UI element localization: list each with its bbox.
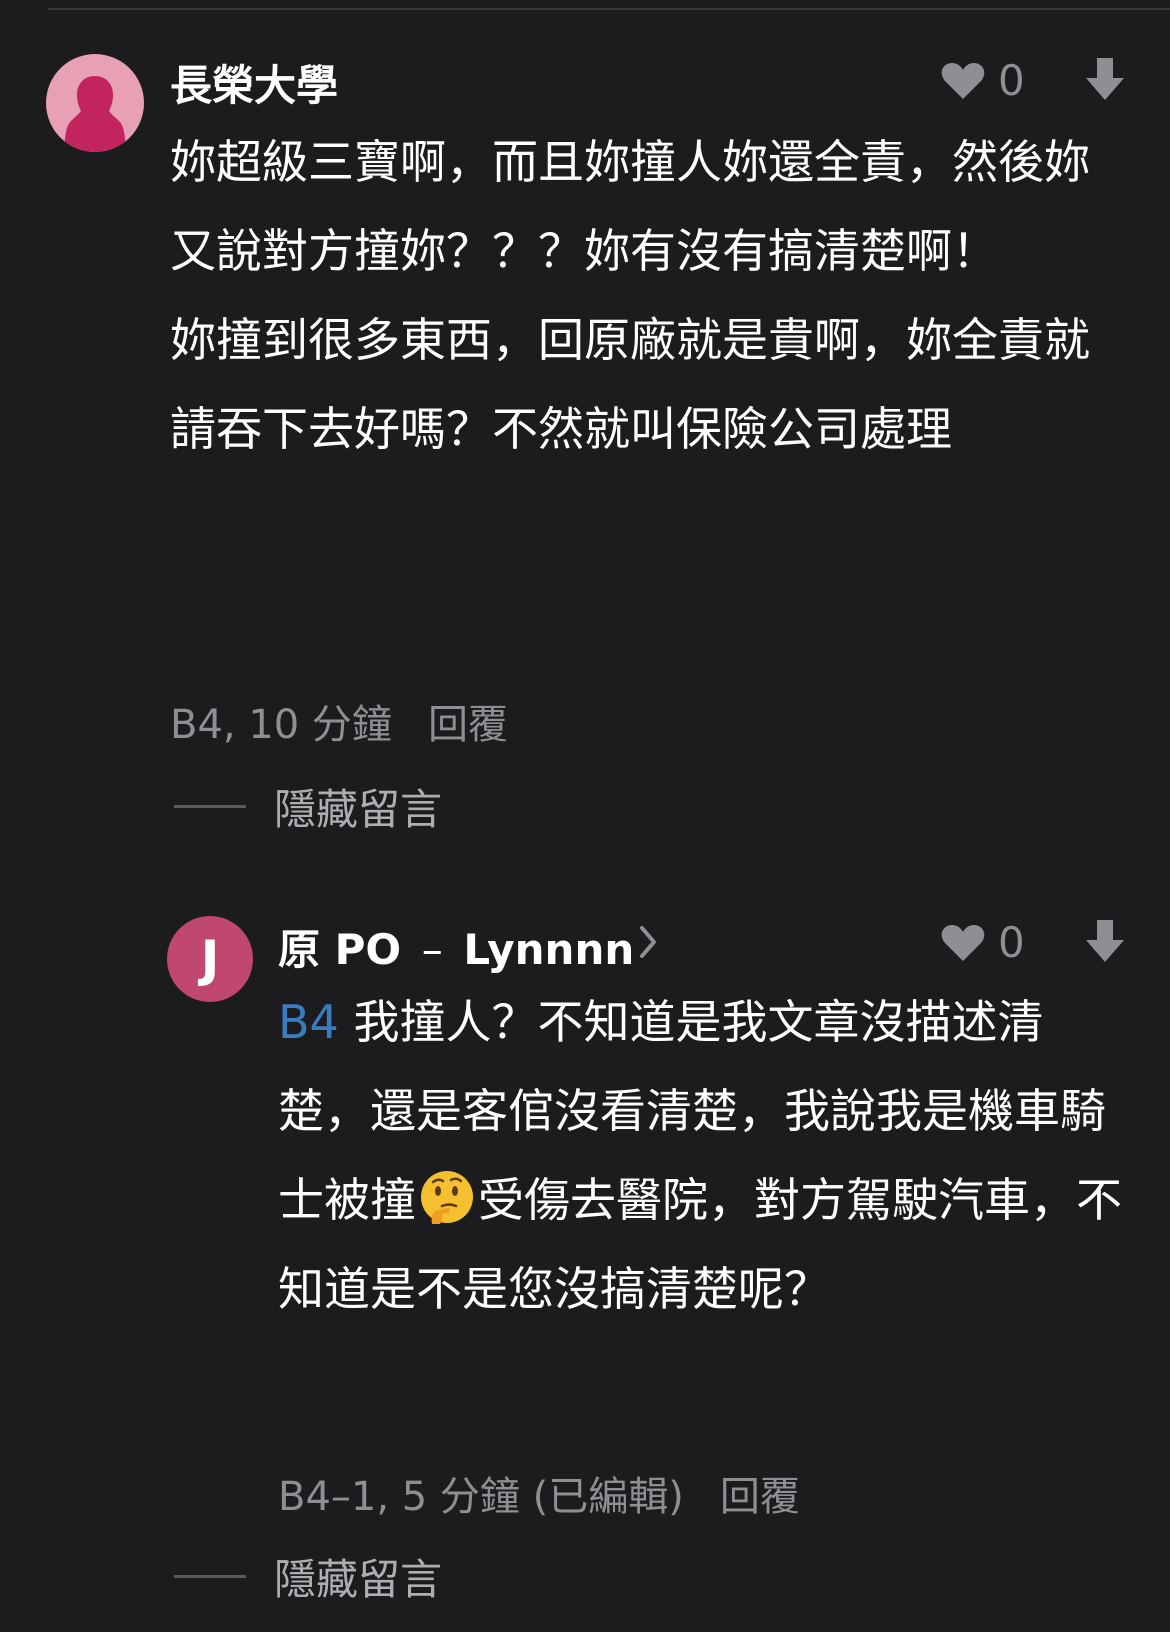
comment-body: 妳超級三寶啊，而且妳撞人妳還全責，然後妳又說對方撞妳？？？妳有沒有搞清楚啊！ 妳… [170,118,1100,474]
thinking-face-emoji [421,1171,473,1224]
comment-author[interactable]: 原 PO – Lynnnn [278,916,634,977]
user-avatar[interactable]: J [167,916,253,1002]
reply-reference-link[interactable]: B4 [278,995,339,1049]
reply-button[interactable]: 回覆 [428,702,508,748]
like-count: 0 [998,56,1025,105]
reply-button[interactable]: 回覆 [720,1474,800,1520]
heart-icon [941,63,985,99]
author-prefix: 原 PO [278,925,402,974]
like-button[interactable]: 0 [940,58,1025,104]
floor-and-time: B4, 10 分鐘 [170,702,392,748]
comment-author[interactable]: 長榮大學 [170,52,338,113]
hide-comments-label: 隱藏留言 [274,785,443,834]
comment-paragraph: 妳超級三寶啊，而且妳撞人妳還全責，然後妳又說對方撞妳？？？妳有沒有搞清楚啊！ [170,135,1090,278]
author-separator: – [421,925,443,974]
like-button[interactable]: 0 [940,920,1025,966]
floor-and-time: B4–1, 5 分鐘 (已編輯) [278,1474,684,1520]
divider-dash [174,1575,246,1578]
comment-body: B4 我撞人？不知道是我文章沒描述清楚，還是客倌沒看清楚，我說我是機車騎士被撞 … [278,978,1128,1334]
comment-paragraph: 妳撞到很多東西，回原廠就是貴啊，妳全責就請吞下去好嗎？不然就叫保險公司處理 [170,313,1090,456]
hide-comments-label: 隱藏留言 [274,1555,443,1604]
divider-dash [174,805,246,808]
top-divider [48,8,1170,10]
author-name: Lynnnn [463,925,635,974]
arrow-down-icon[interactable] [1084,918,1126,964]
hide-comments-toggle[interactable]: 隱藏留言 [174,776,442,837]
chevron-right-icon[interactable] [636,922,660,962]
arrow-down-icon[interactable] [1084,56,1126,102]
female-avatar-icon[interactable] [46,54,144,152]
heart-icon [941,925,985,961]
hide-comments-toggle[interactable]: 隱藏留言 [174,1546,442,1607]
comment-meta: B4–1, 5 分鐘 (已編輯) 回覆 [278,1464,800,1522]
comment-meta: B4, 10 分鐘 回覆 [170,692,508,750]
like-count: 0 [998,918,1025,967]
